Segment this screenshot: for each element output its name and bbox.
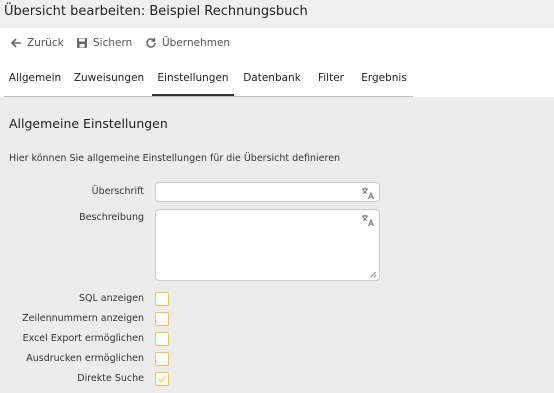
resize-handle-icon[interactable]	[370, 271, 377, 278]
checkbox-label-line-numbers: Zeilennummern anzeigen	[22, 313, 144, 324]
checkbox-print[interactable]	[155, 352, 169, 366]
tab-zuweisungen[interactable]: Zuweisungen	[70, 72, 148, 96]
checkbox-label-excel-export: Excel Export ermöglichen	[22, 333, 144, 344]
back-label: Zurück	[27, 37, 64, 49]
toolbar: Zurück Sichern Übernehmen	[0, 28, 554, 58]
checkbox-direct-search[interactable]	[155, 372, 169, 386]
checkmark-icon	[158, 376, 166, 383]
translate-icon[interactable]	[361, 186, 375, 200]
save-button[interactable]: Sichern	[76, 28, 132, 58]
save-label: Sichern	[93, 37, 133, 49]
tab-datenbank[interactable]: Datenbank	[238, 72, 306, 96]
title-bar: Übersicht bearbeiten: Beispiel Rechnungs…	[0, 0, 554, 28]
tab-filter[interactable]: Filter	[310, 72, 352, 96]
refresh-icon	[146, 38, 156, 48]
heading-label: Überschrift	[91, 186, 144, 197]
heading-input[interactable]	[155, 182, 380, 202]
checkbox-sql[interactable]	[155, 292, 169, 306]
description-textarea[interactable]	[155, 209, 380, 281]
section-title: Allgemeine Einstellungen	[9, 116, 168, 131]
description-label: Beschreibung	[79, 212, 144, 223]
arrow-left-icon	[10, 38, 21, 48]
settings-panel: Allgemeine Einstellungen Hier können Sie…	[0, 97, 554, 393]
checkbox-label-direct-search: Direkte Suche	[77, 373, 144, 384]
tab-ergebnis[interactable]: Ergebnis	[356, 72, 412, 96]
tab-einstellungen[interactable]: Einstellungen	[152, 72, 234, 96]
checkbox-label-sql: SQL anzeigen	[78, 293, 144, 304]
tab-allgemein[interactable]: Allgemein	[4, 72, 66, 96]
back-button[interactable]: Zurück	[10, 28, 64, 58]
save-icon	[77, 38, 87, 48]
apply-label: Übernehmen	[162, 37, 231, 49]
checkbox-line-numbers[interactable]	[155, 312, 169, 326]
section-description: Hier können Sie allgemeine Einstellungen…	[9, 153, 341, 164]
checkbox-excel-export[interactable]	[155, 332, 169, 346]
window-title: Übersicht bearbeiten: Beispiel Rechnungs…	[4, 4, 308, 19]
checkbox-label-print: Ausdrucken ermöglichen	[26, 353, 144, 364]
translate-icon[interactable]	[361, 213, 375, 227]
apply-button[interactable]: Übernehmen	[145, 28, 230, 58]
